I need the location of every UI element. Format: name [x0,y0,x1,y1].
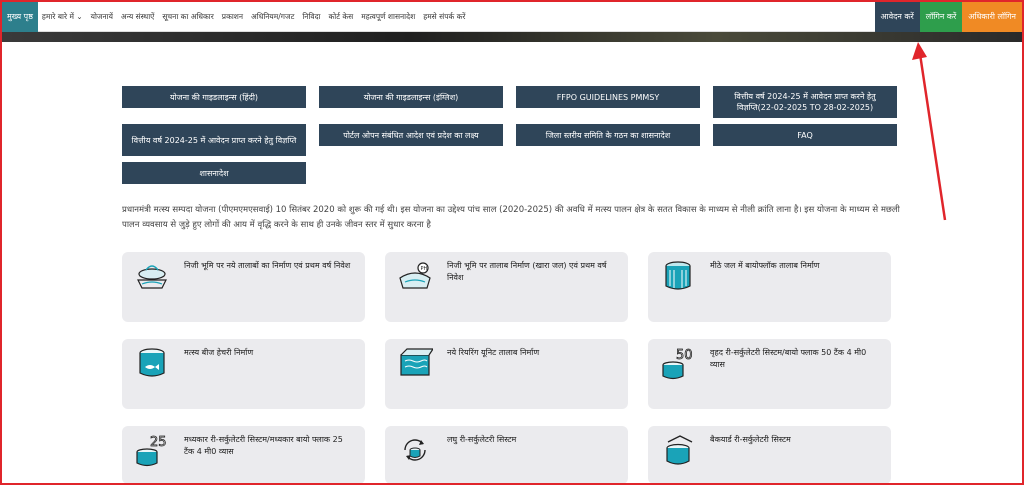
scheme-card-large-ras[interactable]: 50 वृहद री-सर्कुलेटरी सिस्टम/बायो फ्लाक … [648,339,891,409]
apply-button[interactable]: आवेदन करें [874,1,920,32]
hatchery-tank-icon [139,348,165,377]
nav-item-about[interactable]: हमारे बारे में ⌄ [38,12,87,22]
scheme-card-small-ras[interactable]: लघु री-सर्कुलेटरी सिस्टम [385,426,628,484]
card-title: लघु री-सर्कुलेटरी सिस्टम [447,435,517,444]
biofloc-tank-icon [665,261,691,290]
link-guidelines-english[interactable]: योजना की गाइडलाइन्स (इंग्लिश) [319,86,503,108]
top-navbar: मुख्य पृष्ठ हमारे बारे में ⌄ योजनायें अन… [2,1,1022,32]
card-title: मत्स्य बीज हेचरी निर्माण [184,348,254,357]
tank-25-icon: 25 [136,435,167,467]
login-button[interactable]: लॉगिन करें [919,1,963,32]
card-title: बैकयार्ड री-सर्कुलेटरी सिस्टम [710,435,791,444]
link-guidelines-hindi[interactable]: योजना की गाइडलाइन्स (हिंदी) [122,86,306,108]
link-district-committee-order[interactable]: जिला स्तरीय समिति के गठन का शासनादेश [516,124,700,146]
recirculation-icon [404,439,426,461]
card-title: मध्यकार री-सर्कुलेटरी सिस्टम/मध्यकार बाय… [184,435,343,456]
pond-icon [137,265,167,289]
link-portal-open-order[interactable]: पोर्टल ओपन संबंधित आदेश एवं प्रदेश का लक… [319,124,503,146]
card-title: निजी भूमि पर नये तालाबों का निर्माण एवं … [184,261,351,270]
scheme-card-hatchery[interactable]: मत्स्य बीज हेचरी निर्माण [122,339,365,409]
scheme-card-biofloc-pond[interactable]: मीठे जल में बायोफ्लॉक तालाब निर्माण [648,252,891,322]
nav-item-other-institutions[interactable]: अन्य संस्थाऐं [117,12,158,22]
nav-item-schemes[interactable]: योजनायें [87,12,117,22]
nav-home[interactable]: मुख्य पृष्ठ [2,1,38,32]
backyard-tank-icon [666,435,693,465]
scheme-card-rearing-unit[interactable]: नये रियरिंग यूनिट तालाब निर्माण [385,339,628,409]
screenshot-border [0,0,1024,485]
nav-item-publications[interactable]: प्रकाशन [218,12,247,22]
card-title: मीठे जल में बायोफ्लॉक तालाब निर्माण [710,261,820,270]
nav-item-court-case[interactable]: कोर्ट केस [325,12,358,22]
scheme-card-backyard-ras[interactable]: बैकयार्ड री-सर्कुलेटरी सिस्टम [648,426,891,484]
scheme-intro-text: प्रधानमंत्री मत्स्य सम्पदा योजना (पीएमएम… [122,205,900,230]
nav-item-rti[interactable]: सूचना का अधिकार [158,12,217,22]
link-notification-2024-25[interactable]: वित्तीय वर्ष 2024-25 में आवेदन प्राप्त क… [122,124,306,156]
link-notification-2024-25-dated[interactable]: वित्तीय वर्ष 2024-25 में आवेदन प्राप्त क… [713,86,897,118]
scheme-card-medium-ras[interactable]: 25 मध्यकार री-सर्कुलेटरी सिस्टम/मध्यकार … [122,426,365,484]
banner-image-strip [2,32,1022,42]
tank-50-icon: 50 [662,348,693,380]
nav-item-acts-gazette[interactable]: अधिनियम/गजट [247,12,298,22]
svg-text:25: 25 [150,435,167,450]
link-ffpo-guidelines[interactable]: FFPO GUIDELINES PMMSY [516,86,700,108]
card-title: नये रियरिंग यूनिट तालाब निर्माण [447,348,540,357]
nav-item-contact[interactable]: हमसे संपर्क करें [419,12,469,22]
rearing-unit-icon [400,348,433,376]
scheme-card-brackish-pond[interactable]: PH निजी भूमि पर तालाब निर्माण (खारा जल) … [385,252,628,322]
officer-login-button[interactable]: अधिकारी लॉगिन [962,1,1022,32]
svg-text:PH: PH [421,266,428,272]
card-title: वृहद री-सर्कुलेटरी सिस्टम/बायो फ्लाक 50 … [710,348,867,369]
nav-item-important-orders[interactable]: महत्वपूर्ण शासनादेश [357,12,419,22]
brackish-pond-icon: PH [399,262,431,289]
card-title: निजी भूमि पर तालाब निर्माण (खारा जल) एवं… [447,261,607,282]
link-faq[interactable]: FAQ [713,124,897,146]
link-government-orders[interactable]: शासनादेश [122,162,306,184]
scheme-card-new-pond[interactable]: निजी भूमि पर नये तालाबों का निर्माण एवं … [122,252,365,322]
nav-item-tenders[interactable]: निविदा [298,12,324,22]
svg-text:50: 50 [676,348,693,363]
annotation-arrow [912,42,947,221]
